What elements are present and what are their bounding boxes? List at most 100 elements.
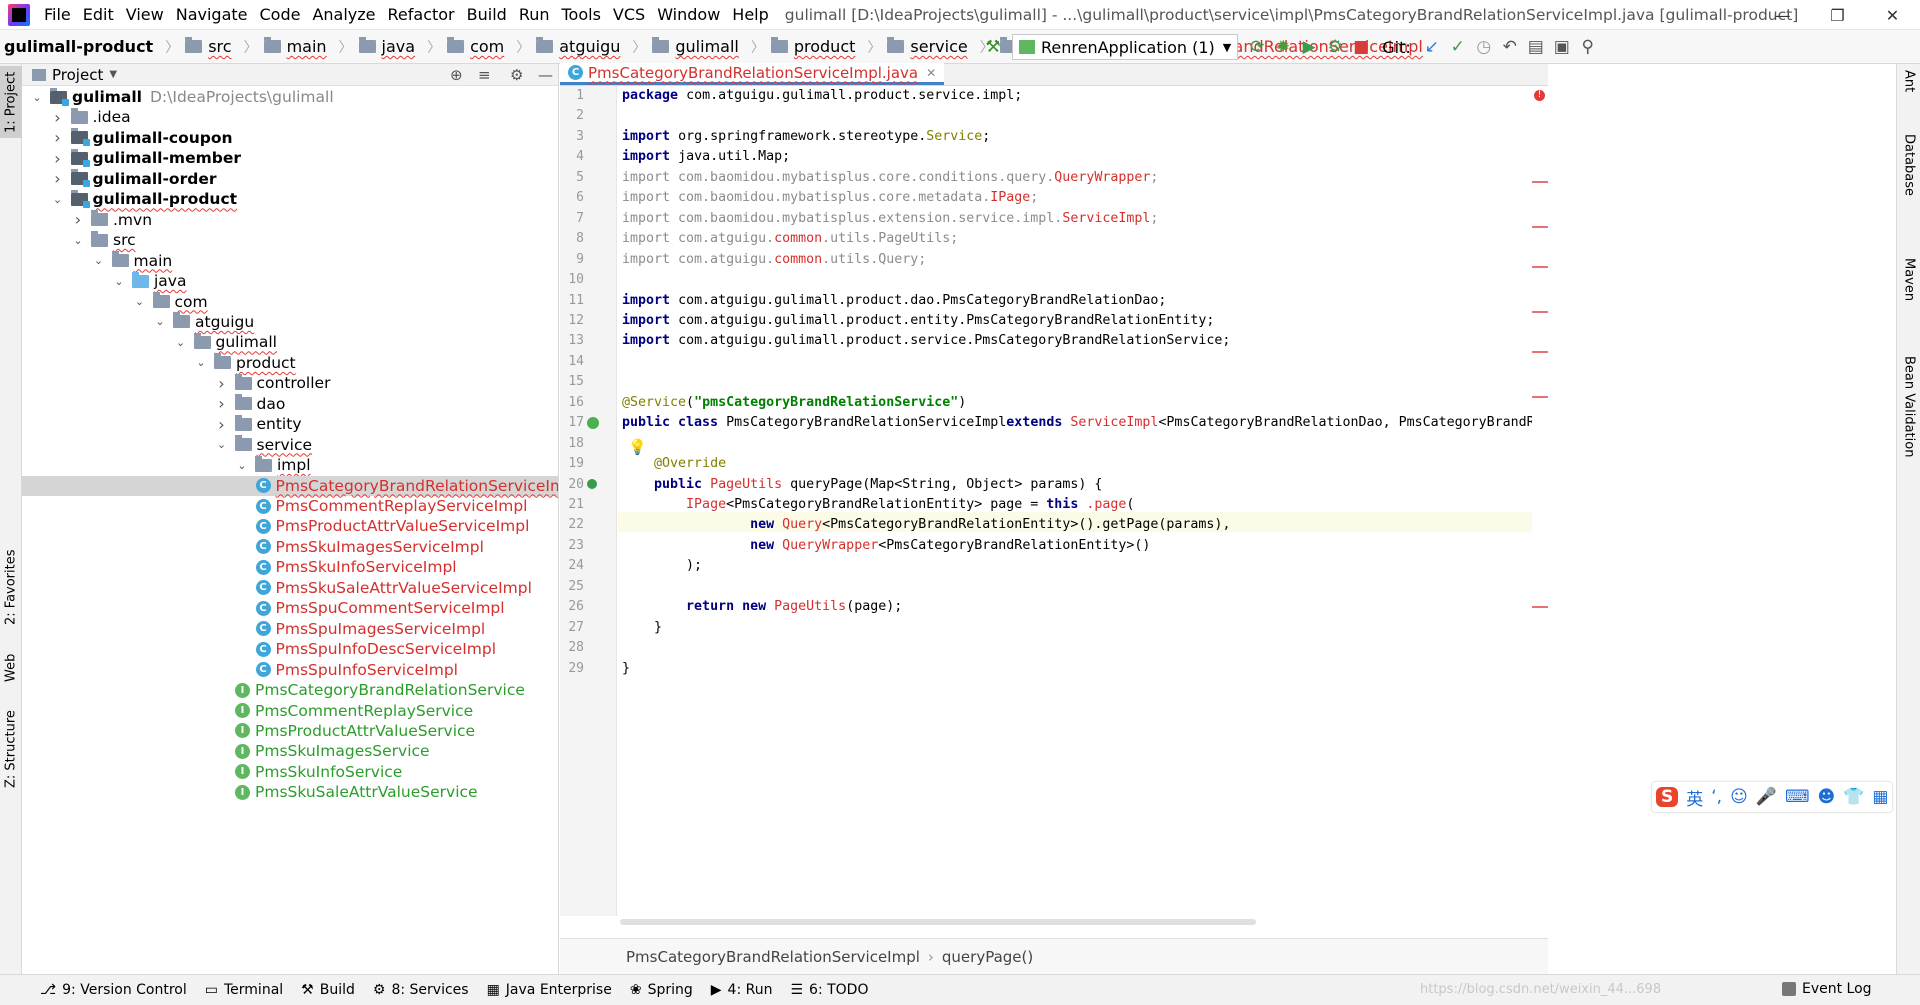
tree-node[interactable]: I PmsCategoryBrandRelationService <box>22 680 558 700</box>
chevron-down-icon[interactable]: ⌄ <box>51 193 65 206</box>
tree-node[interactable]: C PmsSpuImagesServiceImpl <box>22 619 558 639</box>
code-line[interactable]: package com.atguigu.gulimall.product.ser… <box>622 86 1022 106</box>
error-stripe-mark[interactable] <box>1532 351 1548 353</box>
code-line[interactable]: } <box>622 618 662 638</box>
breadcrumb-item[interactable]: 〉 atguigu <box>510 37 620 57</box>
skin-icon[interactable]: ☻ <box>1818 787 1836 807</box>
tab-java-enterprise[interactable]: ▦ Java Enterprise <box>487 982 612 998</box>
tab-database-tool[interactable]: Database <box>1898 134 1920 244</box>
rerun-icon[interactable]: ⟳ <box>1244 34 1270 60</box>
layout-icon[interactable]: ▣ <box>1549 34 1575 60</box>
tab-todo[interactable]: ☰ 6: TODO <box>790 982 868 998</box>
breadcrumb-item[interactable]: 〉 product <box>745 37 855 57</box>
code-line[interactable]: ); <box>622 556 702 576</box>
breadcrumb-item[interactable]: 〉 gulimall <box>626 37 739 57</box>
tree-node[interactable]: ⌄ gulimall-product <box>22 189 558 209</box>
breadcrumb-item[interactable]: gulimall-product <box>4 37 153 56</box>
run-configuration-select[interactable]: RenrenApplication (1) ▼ <box>1012 34 1239 60</box>
breadcrumb-item[interactable]: 〉 service <box>861 37 968 57</box>
gear-icon[interactable]: ⚙ <box>510 66 523 84</box>
code-line[interactable]: import com.baomidou.mybatisplus.core.con… <box>622 168 1158 188</box>
menu-item-tools[interactable]: Tools <box>556 0 607 30</box>
menu-item-view[interactable]: View <box>120 0 170 30</box>
shirt-icon[interactable]: 👕 <box>1843 787 1864 807</box>
tree-node[interactable]: ⌄ java <box>22 271 558 291</box>
menu-item-help[interactable]: Help <box>726 0 774 30</box>
tab-run[interactable]: ▶ 4: Run <box>711 982 773 998</box>
tree-node[interactable]: ⌄ impl <box>22 455 558 475</box>
chevron-down-icon[interactable]: ⌄ <box>92 254 106 267</box>
error-stripe-mark[interactable] <box>1532 311 1548 313</box>
code-line[interactable]: new QueryWrapper<PmsCategoryBrandRelatio… <box>622 536 1150 556</box>
menu-item-edit[interactable]: Edit <box>77 0 120 30</box>
tree-node[interactable]: ⌄ main <box>22 251 558 271</box>
code-line[interactable]: } <box>622 659 630 679</box>
tab-favorites-tool[interactable]: 2: Favorites <box>0 542 22 632</box>
code-line[interactable]: import com.atguigu.common.utils.Query; <box>622 250 926 270</box>
menu-item-analyze[interactable]: Analyze <box>306 0 381 30</box>
chevron-down-icon[interactable]: ⌄ <box>235 459 249 472</box>
tree-node[interactable]: › gulimall-member <box>22 148 558 168</box>
tab-web-tool[interactable]: Web <box>0 646 22 690</box>
tree-node[interactable]: › dao <box>22 394 558 414</box>
tab-maven-tool[interactable]: Maven <box>1898 258 1920 338</box>
code-line[interactable]: import com.baomidou.mybatisplus.extensio… <box>622 209 1158 229</box>
chevron-right-icon[interactable]: › <box>215 415 229 434</box>
ime-toolbar[interactable]: S 英 ‘, ☺ 🎤 ⌨ ☻ 👕 ▦ <box>1652 782 1893 812</box>
tab-bean-validation-tool[interactable]: Bean Validation <box>1898 356 1920 526</box>
tree-node[interactable]: I PmsCommentReplayService <box>22 701 558 721</box>
error-stripe-mark[interactable] <box>1532 226 1548 228</box>
chevron-right-icon[interactable]: › <box>215 394 229 413</box>
tree-node[interactable]: ⌄ src <box>22 230 558 250</box>
event-log-button[interactable]: Event Log <box>1782 981 1872 997</box>
error-stripe-mark[interactable] <box>1532 266 1548 268</box>
tree-node[interactable]: ⌄ product <box>22 353 558 373</box>
tree-node[interactable]: C PmsSkuInfoServiceImpl <box>22 557 558 577</box>
tree-node[interactable]: › controller <box>22 373 558 393</box>
code-line[interactable]: import java.util.Map; <box>622 147 790 167</box>
tree-node[interactable]: › gulimall-order <box>22 169 558 189</box>
punctuation-icon[interactable]: ‘, <box>1711 787 1722 807</box>
debug-icon[interactable]: ✹ <box>1270 34 1296 60</box>
code-line[interactable]: IPage<PmsCategoryBrandRelationEntity> pa… <box>622 495 1134 515</box>
git-update-icon[interactable]: ↙ <box>1419 34 1445 60</box>
chevron-down-icon[interactable]: ⌄ <box>153 315 167 328</box>
tree-node[interactable]: C PmsSkuSaleAttrValueServiceImpl <box>22 578 558 598</box>
override-gutter-icon[interactable] <box>587 479 597 489</box>
tree-node[interactable]: I PmsProductAttrValueService <box>22 721 558 741</box>
menu-item-build[interactable]: Build <box>461 0 513 30</box>
error-stripe-mark[interactable] <box>1532 396 1548 398</box>
tab-editor-file[interactable]: C PmsCategoryBrandRelationServiceImpl.ja… <box>560 63 945 85</box>
ime-language[interactable]: 英 <box>1686 785 1703 810</box>
chevron-down-icon[interactable]: ⌄ <box>194 356 208 369</box>
code-line[interactable]: @Service("pmsCategoryBrandRelationServic… <box>622 393 966 413</box>
project-structure-icon[interactable]: ▤ <box>1523 34 1549 60</box>
breadcrumb-item[interactable]: 〉 src <box>159 37 232 57</box>
run-with-coverage-icon[interactable]: ▶ <box>1296 34 1322 60</box>
hide-panel-icon[interactable]: — <box>538 66 553 84</box>
search-icon[interactable]: ⚲ <box>1575 34 1601 60</box>
horizontal-scrollbar[interactable] <box>560 916 1260 928</box>
code-line[interactable]: @Override <box>622 454 726 474</box>
error-stripe-mark[interactable] <box>1532 606 1548 608</box>
tree-node[interactable]: C PmsProductAttrValueServiceImpl <box>22 516 558 536</box>
menu-item-window[interactable]: Window <box>651 0 726 30</box>
tab-version-control[interactable]: ⎇ 9: Version Control <box>40 982 187 998</box>
tree-node[interactable]: C PmsSpuCommentServiceImpl <box>22 598 558 618</box>
menu-item-navigate[interactable]: Navigate <box>170 0 254 30</box>
locate-icon[interactable]: ⊕ <box>450 66 463 84</box>
menu-item-vcs[interactable]: VCS <box>607 0 651 30</box>
tree-node[interactable]: ⌄ service <box>22 435 558 455</box>
tab-ant-tool[interactable]: Ant <box>1898 70 1920 120</box>
breadcrumb-item[interactable]: 〉 main <box>238 37 327 57</box>
code-line[interactable]: public PageUtils queryPage(Map<String, O… <box>622 475 1102 495</box>
breadcrumb-method[interactable]: queryPage() <box>942 948 1033 966</box>
tree-node[interactable]: C PmsCommentReplayServiceImpl <box>22 496 558 516</box>
menu-item-code[interactable]: Code <box>254 0 307 30</box>
close-tab-icon[interactable]: ✕ <box>926 66 936 80</box>
tree-node[interactable]: I PmsSkuImagesService <box>22 741 558 761</box>
spring-bean-gutter-icon[interactable] <box>587 417 599 429</box>
horizontal-scroll-thumb[interactable] <box>620 919 1256 925</box>
rollback-icon[interactable]: ↶ <box>1497 34 1523 60</box>
tree-node[interactable]: ⌄ atguigu <box>22 312 558 332</box>
